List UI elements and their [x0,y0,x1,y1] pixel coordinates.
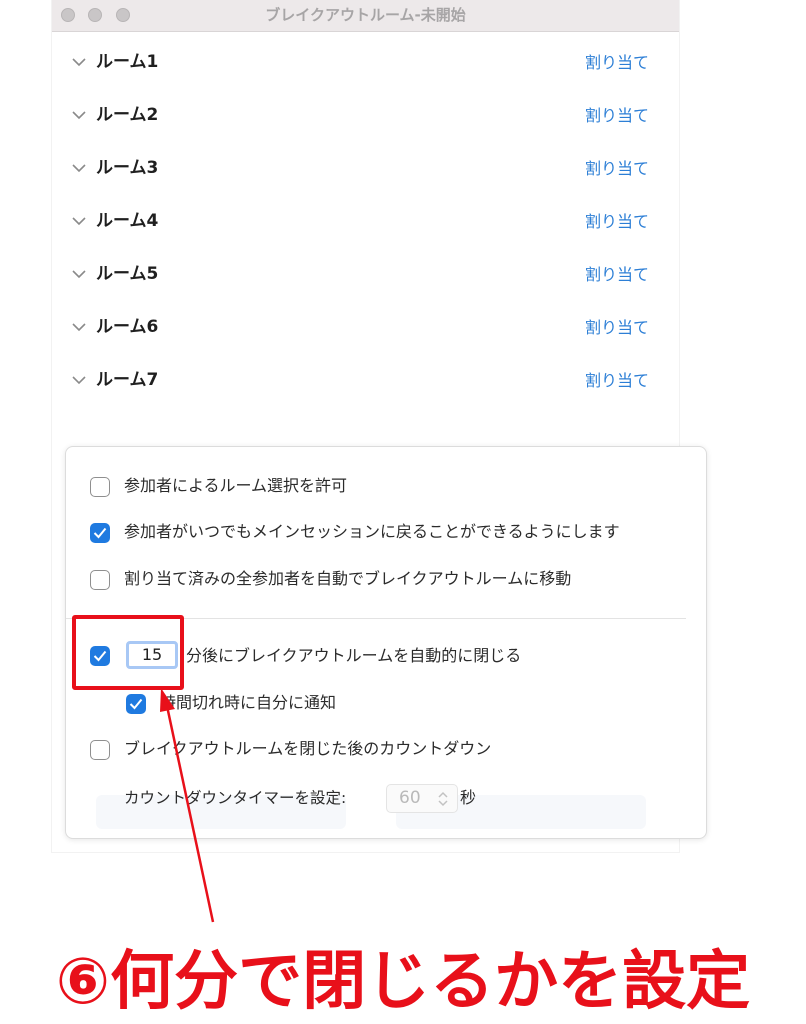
auto-close-label: 分後にブレイクアウトルームを自動的に閉じる [186,646,522,665]
assign-button[interactable]: 割り当て [585,195,649,248]
chevron-down-icon[interactable] [72,217,86,226]
checkmark-icon [93,527,107,539]
allow-choose-room-checkbox[interactable] [90,477,110,497]
room-row-5[interactable]: ルーム5 割り当て [52,248,679,301]
chevron-down-icon[interactable] [72,58,86,67]
countdown-label: ブレイクアウトルームを閉じた後のカウントダウン [124,739,492,758]
room-name: ルーム4 [96,211,159,231]
room-name: ルーム3 [96,158,159,178]
room-name: ルーム2 [96,105,159,125]
countdown-checkbox[interactable] [90,740,110,760]
chevron-down-icon[interactable] [72,270,86,279]
assign-button[interactable]: 割り当て [585,354,649,407]
annotation-highlight-box [72,615,184,690]
room-row-1[interactable]: ルーム1 割り当て [52,36,679,89]
title-bar: ブレイクアウトルーム-未開始 [52,0,679,32]
auto-move-checkbox[interactable] [90,570,110,590]
annotation-caption: ⑥何分で閉じるかを設定 [55,945,751,1019]
assign-button[interactable]: 割り当て [585,142,649,195]
assign-button[interactable]: 割り当て [585,36,649,89]
room-name: ルーム1 [96,52,159,72]
room-row-6[interactable]: ルーム6 割り当て [52,301,679,354]
allow-return-label: 参加者がいつでもメインセッションに戻ることができるようにします [124,522,620,541]
assign-button[interactable]: 割り当て [585,248,649,301]
chevron-down-icon[interactable] [72,164,86,173]
countdown-timer-value: 60 [399,788,421,808]
room-row-7[interactable]: ルーム7 割り当て [52,354,679,407]
countdown-timer-label: カウントダウンタイマーを設定: [124,789,347,807]
assign-button[interactable]: 割り当て [585,301,649,354]
room-row-3[interactable]: ルーム3 割り当て [52,142,679,195]
stepper-arrows-icon[interactable] [437,791,449,807]
room-name: ルーム6 [96,317,159,337]
countdown-timer-stepper[interactable]: 60 [386,784,458,813]
window-title: ブレイクアウトルーム-未開始 [265,6,466,24]
room-row-2[interactable]: ルーム2 割り当て [52,89,679,142]
chevron-down-icon[interactable] [72,323,86,332]
notify-label: 時間切れ時に自分に通知 [160,693,337,712]
notify-checkbox[interactable] [126,694,146,714]
allow-return-checkbox[interactable] [90,523,110,543]
room-name: ルーム7 [96,370,159,390]
auto-move-label: 割り当て済みの全参加者を自動でブレイクアウトルームに移動 [124,569,572,588]
chevron-down-icon[interactable] [72,376,86,385]
room-row-4[interactable]: ルーム4 割り当て [52,195,679,248]
room-name: ルーム5 [96,264,159,284]
checkmark-icon [129,698,143,710]
assign-button[interactable]: 割り当て [585,89,649,142]
chevron-down-icon[interactable] [72,111,86,120]
countdown-timer-unit: 秒 [460,788,477,807]
allow-choose-room-label: 参加者によるルーム選択を許可 [124,476,348,495]
